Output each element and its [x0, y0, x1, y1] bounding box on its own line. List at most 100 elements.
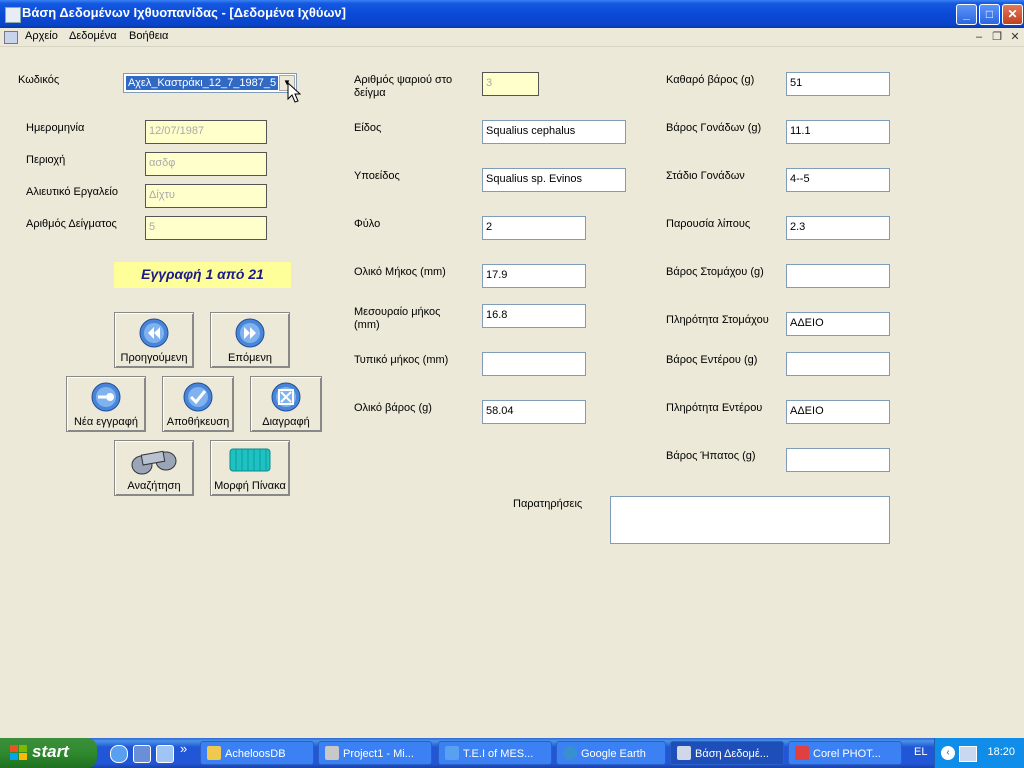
total-weight-label: Ολικό βάρος (g)	[354, 402, 432, 414]
checkmark-icon	[183, 382, 213, 412]
menu-data[interactable]: Δεδομένα	[69, 30, 117, 42]
mdi-minimize-button[interactable]: –	[971, 30, 987, 44]
window-title: Βάση Δεδομένων Ιχθυοπανίδας - [Δεδομένα …	[22, 5, 346, 20]
gonad-stage-label: Στάδιο Γονάδων	[666, 170, 745, 182]
fat-field[interactable]: 2.3	[786, 216, 890, 240]
email-icon[interactable]	[156, 745, 174, 763]
table-view-button-label: Μορφή Πίνακα	[214, 480, 286, 492]
chevron-left-icon[interactable]: ‹	[941, 746, 955, 760]
internet-explorer-icon[interactable]	[110, 745, 128, 763]
task-fish-db[interactable]: Βάση Δεδομέ...	[670, 741, 784, 765]
mouse-cursor-icon	[287, 82, 301, 103]
gonad-weight-field[interactable]: 11.1	[786, 120, 890, 144]
binoculars-icon	[131, 450, 177, 475]
total-length-label: Ολικό Μήκος (mm)	[354, 266, 446, 278]
language-indicator[interactable]: EL	[914, 746, 927, 758]
fast-forward-icon	[235, 318, 265, 348]
task-acheloosdb[interactable]: AcheloosDB	[200, 741, 314, 765]
date-field[interactable]: 12/07/1987	[145, 120, 267, 144]
table-view-button[interactable]: Μορφή Πίνακα	[210, 440, 290, 496]
intestine-fullness-field[interactable]: ΑΔΕΙΟ	[786, 400, 890, 424]
new-record-button-label: Νέα εγγραφή	[73, 416, 139, 428]
next-button[interactable]: Επόμενη	[210, 312, 290, 368]
code-combobox-value[interactable]: Αχελ_Καστράκι_12_7_1987_5	[126, 76, 278, 90]
camera-icon	[795, 746, 809, 761]
menu-file[interactable]: Αρχείο	[25, 30, 58, 42]
fork-length-label: Μεσουραίο μήκος (mm)	[354, 306, 441, 331]
close-button[interactable]: ✕	[1002, 4, 1023, 25]
notes-field[interactable]	[610, 496, 890, 544]
document-icon[interactable]	[4, 31, 18, 44]
task-corel[interactable]: Corel PHOT...	[788, 741, 902, 765]
sex-label: Φύλο	[354, 218, 381, 230]
sample-number-label: Αριθμός Δείγματος	[26, 218, 117, 230]
species-field[interactable]: Squalius cephalus	[482, 120, 626, 144]
menu-bar: Αρχείο Δεδομένα Βοήθεια – ❐ ✕	[0, 28, 1024, 47]
area-field[interactable]: ασδφ	[145, 152, 267, 176]
browser-icon[interactable]	[133, 745, 151, 763]
total-length-field[interactable]: 17.9	[482, 264, 586, 288]
quick-launch-more[interactable]: »	[180, 741, 187, 756]
standard-length-label: Τυπικό μήκος (mm)	[354, 354, 449, 366]
sample-number-field[interactable]: 5	[145, 216, 267, 240]
record-counter: Εγγραφή 1 από 21	[114, 262, 291, 288]
windows-logo-icon	[10, 745, 27, 760]
previous-button-label: Προηγούμενη	[120, 352, 188, 364]
maximize-button[interactable]: □	[979, 4, 1000, 25]
net-weight-label: Καθαρό βάρος (g)	[666, 74, 755, 86]
new-record-icon	[91, 382, 121, 412]
fork-length-field[interactable]: 16.8	[482, 304, 586, 328]
app-icon[interactable]	[5, 7, 21, 23]
start-label: start	[32, 742, 69, 761]
subspecies-field[interactable]: Squalius sp. Evinos	[482, 168, 626, 192]
stomach-fullness-label: Πληρότητα Στομάχου	[666, 314, 769, 326]
search-button[interactable]: Αναζήτηση	[114, 440, 194, 496]
network-icon[interactable]	[959, 746, 977, 762]
save-button[interactable]: Αποθήκευση	[162, 376, 234, 432]
ie-icon	[445, 746, 459, 761]
gonad-stage-field[interactable]: 4--5	[786, 168, 890, 192]
stomach-weight-label: Βάρος Στομάχου (g)	[666, 266, 764, 278]
system-tray: ‹ 18:20	[934, 738, 1024, 768]
net-weight-field[interactable]: 51	[786, 72, 890, 96]
liver-weight-field[interactable]	[786, 448, 890, 472]
menu-help[interactable]: Βοήθεια	[129, 30, 168, 42]
code-label: Κωδικός	[18, 74, 60, 86]
standard-length-field[interactable]	[482, 352, 586, 376]
task-google-earth[interactable]: Google Earth	[556, 741, 666, 765]
gear-field[interactable]: Δίχτυ	[145, 184, 267, 208]
save-button-label: Αποθήκευση	[166, 416, 230, 428]
total-weight-field[interactable]: 58.04	[482, 400, 586, 424]
sex-field[interactable]: 2	[482, 216, 586, 240]
start-button[interactable]: start	[0, 738, 97, 768]
notes-label: Παρατηρήσεις	[513, 498, 583, 510]
taskbar: start » AcheloosDB Project1 - Mi... T.E.…	[0, 738, 1024, 768]
new-record-button[interactable]: Νέα εγγραφή	[66, 376, 146, 432]
previous-button[interactable]: Προηγούμενη	[114, 312, 194, 368]
globe-icon	[563, 746, 577, 761]
mdi-restore-button[interactable]: ❐	[989, 30, 1005, 44]
gear-label: Αλιευτικό Εργαλείο	[26, 186, 118, 198]
stomach-fullness-field[interactable]: ΑΔΕΙΟ	[786, 312, 890, 336]
task-tei[interactable]: T.E.I of MES...	[438, 741, 552, 765]
minimize-button[interactable]: _	[956, 4, 977, 25]
area-label: Περιοχή	[26, 154, 66, 166]
delete-button[interactable]: Διαγραφή	[250, 376, 322, 432]
table-icon	[229, 448, 271, 472]
title-bar[interactable]: Βάση Δεδομένων Ιχθυοπανίδας - [Δεδομένα …	[0, 0, 1024, 28]
delete-icon	[271, 382, 301, 412]
species-label: Είδος	[354, 122, 382, 134]
fish-number-field[interactable]: 3	[482, 72, 539, 96]
fish-number-label: Αριθμός ψαριού στο δείγμα	[354, 74, 453, 99]
fat-label: Παρουσία λίπους	[666, 218, 751, 230]
vb-icon	[325, 746, 339, 761]
search-button-label: Αναζήτηση	[127, 480, 181, 492]
delete-button-label: Διαγραφή	[262, 416, 310, 428]
subspecies-label: Υποείδος	[354, 170, 400, 182]
stomach-weight-field[interactable]	[786, 264, 890, 288]
intestine-weight-field[interactable]	[786, 352, 890, 376]
mdi-close-button[interactable]: ✕	[1007, 30, 1023, 44]
clock: 18:20	[987, 746, 1015, 758]
task-project1[interactable]: Project1 - Mi...	[318, 741, 432, 765]
code-combobox[interactable]: Αχελ_Καστράκι_12_7_1987_5 ▼	[123, 73, 297, 93]
